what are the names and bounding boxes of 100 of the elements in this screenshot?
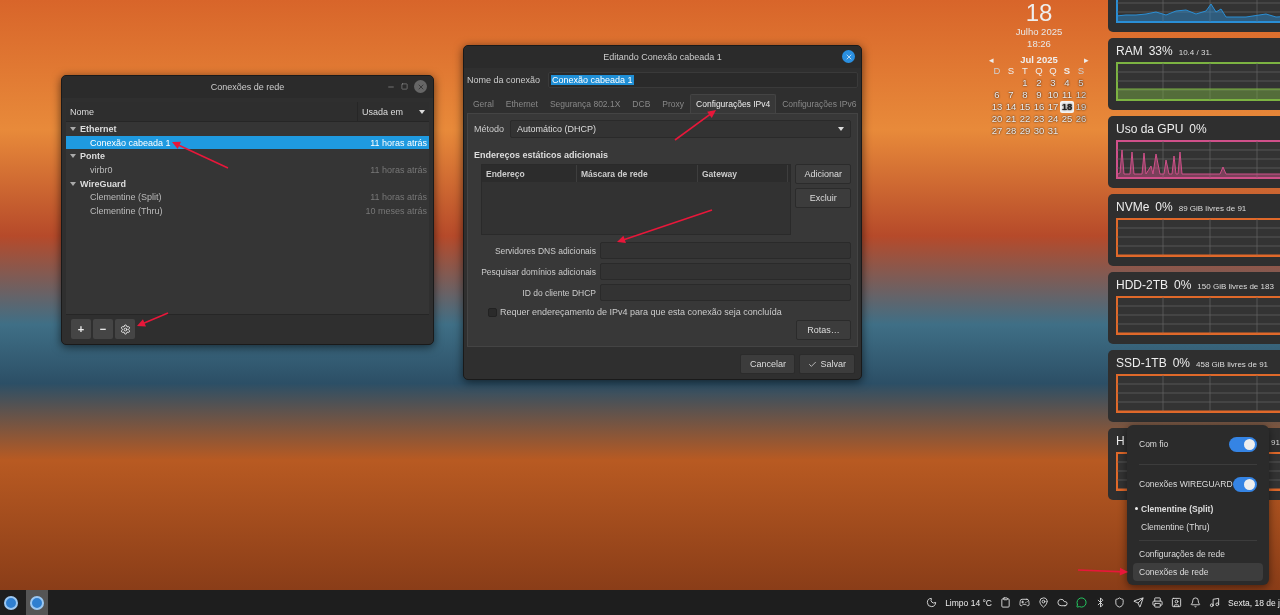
calendar-day[interactable]: 3 xyxy=(1046,77,1060,89)
calendar-day[interactable]: 10 xyxy=(1046,89,1060,101)
cloud-icon[interactable] xyxy=(1057,597,1068,608)
routes-button[interactable]: Rotas… xyxy=(796,320,851,340)
column-header[interactable]: Usada em xyxy=(357,102,429,121)
column-header[interactable]: Máscara de rede xyxy=(577,165,698,182)
connection-name: Clementine (Split) xyxy=(90,192,162,203)
group-label: WireGuard xyxy=(80,178,126,189)
calendar-day[interactable]: 20 xyxy=(990,113,1004,125)
calendar-day[interactable]: 26 xyxy=(1074,113,1088,125)
calendar-day[interactable]: 17 xyxy=(1046,101,1060,113)
connection-row[interactable]: Clementine (Split) 11 horas atrás xyxy=(66,190,429,205)
delete-button[interactable]: Excluir xyxy=(795,188,851,208)
column-header[interactable]: Endereço xyxy=(482,165,577,182)
calendar-day[interactable]: 29 xyxy=(1018,125,1032,137)
calendar-day[interactable]: 9 xyxy=(1032,89,1046,101)
app-launcher[interactable] xyxy=(26,590,48,615)
method-dropdown[interactable]: Automático (DHCP) xyxy=(510,120,851,138)
shield-icon[interactable] xyxy=(1114,597,1125,608)
tab[interactable]: Ethernet xyxy=(499,94,544,113)
calendar-day[interactable]: 30 xyxy=(1032,125,1046,137)
expander-icon[interactable] xyxy=(70,154,76,159)
maximize-button[interactable] xyxy=(401,83,408,90)
gamepad-icon[interactable] xyxy=(1019,597,1030,608)
close-button[interactable] xyxy=(842,50,855,63)
chat-icon[interactable] xyxy=(1076,597,1087,608)
calendar-day[interactable]: 25 xyxy=(1060,113,1074,125)
calendar-day[interactable]: 5 xyxy=(1074,77,1088,89)
calendar-day[interactable]: 6 xyxy=(990,89,1004,101)
calendar-day[interactable]: 4 xyxy=(1060,77,1074,89)
calendar-day[interactable]: 16 xyxy=(1032,101,1046,113)
calendar-day[interactable]: 13 xyxy=(990,101,1004,113)
connection-name-field[interactable]: Conexão cabeada 1 xyxy=(548,72,858,88)
calendar-day[interactable]: 22 xyxy=(1018,113,1032,125)
previous-month-button[interactable]: ◂ xyxy=(989,54,994,65)
input-field[interactable] xyxy=(600,242,851,259)
settings-button[interactable] xyxy=(115,319,135,339)
calendar-day[interactable]: 7 xyxy=(1004,89,1018,101)
tab[interactable]: Segurança 802.1X xyxy=(543,94,627,113)
calendar-day[interactable]: 12 xyxy=(1074,89,1088,101)
field-label: Método xyxy=(474,124,505,134)
connection-row[interactable]: Clementine (Thru) 10 meses atrás xyxy=(66,204,429,218)
send-icon[interactable] xyxy=(1133,597,1144,608)
tab[interactable]: Geral xyxy=(467,94,500,113)
calendar-day[interactable]: 21 xyxy=(1004,113,1018,125)
calendar-day[interactable]: 24 xyxy=(1046,113,1060,125)
calendar-day[interactable]: 8 xyxy=(1018,89,1032,101)
cancel-button[interactable]: Cancelar xyxy=(740,354,796,374)
printer-icon[interactable] xyxy=(1152,597,1163,608)
calendar-day[interactable]: 14 xyxy=(1004,101,1018,113)
remove-button[interactable]: − xyxy=(93,319,113,339)
menu-item[interactable]: Conexões de rede xyxy=(1133,562,1263,582)
tab[interactable]: Configurações IPv4 xyxy=(690,94,777,113)
calendar-day[interactable]: 11 xyxy=(1060,89,1074,101)
calendar-day[interactable]: 23 xyxy=(1032,113,1046,125)
save-button[interactable]: Salvar xyxy=(799,354,855,374)
menu-item[interactable]: Clementine (Split) xyxy=(1133,499,1263,518)
menu-item[interactable]: Clementine (Thru) xyxy=(1133,517,1263,536)
toggle-switch[interactable] xyxy=(1229,436,1257,452)
pin-icon[interactable] xyxy=(1038,597,1049,608)
calendar-day[interactable]: 15 xyxy=(1018,101,1032,113)
expander-icon[interactable] xyxy=(70,181,76,186)
toggle-switch[interactable] xyxy=(1232,476,1257,492)
connection-row[interactable]: virbr0 11 horas atrás xyxy=(66,163,429,177)
usage-percent: 0% xyxy=(1189,122,1207,136)
contact-card-icon[interactable] xyxy=(1171,597,1182,608)
bluetooth-icon[interactable] xyxy=(1095,597,1106,608)
last-used-time: 10 meses atrás xyxy=(365,205,427,216)
calendar-day[interactable]: 18 xyxy=(1060,101,1074,113)
menu-item[interactable]: Configurações de rede xyxy=(1133,544,1263,563)
calendar-day[interactable]: 31 xyxy=(1046,125,1060,137)
connection-name: Clementine (Thru) xyxy=(90,205,163,216)
connection-row[interactable]: Conexão cabeada 1 11 horas atrás xyxy=(66,135,429,150)
calendar-day[interactable]: 27 xyxy=(990,125,1004,137)
clock-date[interactable]: Sexta, 18 de j xyxy=(1228,597,1280,608)
bell-icon[interactable] xyxy=(1190,597,1201,608)
calendar-day[interactable]: 1 xyxy=(1018,77,1032,89)
column-header[interactable]: Nome xyxy=(66,102,357,121)
expander-icon[interactable] xyxy=(70,126,76,131)
next-month-button[interactable]: ▸ xyxy=(1084,54,1089,65)
tab[interactable]: DCB xyxy=(626,94,657,113)
tab[interactable]: Proxy xyxy=(656,94,691,113)
calendar-day[interactable]: 2 xyxy=(1032,77,1046,89)
usage-info: 150 GiB livres de 183 xyxy=(1197,282,1274,291)
tab[interactable]: Configurações IPv6 xyxy=(776,94,863,113)
monitor-label: H xyxy=(1116,434,1125,448)
checkmark-icon xyxy=(808,359,818,369)
calendar-day[interactable]: 28 xyxy=(1004,125,1018,137)
last-used-time: 11 horas atrás xyxy=(370,137,427,148)
gear-icon xyxy=(119,323,131,335)
music-icon[interactable] xyxy=(1209,597,1220,608)
calendar-day[interactable]: 19 xyxy=(1074,101,1088,113)
usage-info: 458 GiB livres de 91 xyxy=(1196,360,1269,369)
column-header[interactable]: Gateway xyxy=(698,165,788,182)
add-button[interactable]: + xyxy=(71,319,91,339)
weekday-label: Q xyxy=(1034,65,1044,77)
maximize-icon xyxy=(401,83,408,90)
clipboard-icon[interactable] xyxy=(1000,597,1011,608)
month-year: Julho 2025 xyxy=(1015,26,1063,38)
add-button[interactable]: Adicionar xyxy=(795,164,851,184)
